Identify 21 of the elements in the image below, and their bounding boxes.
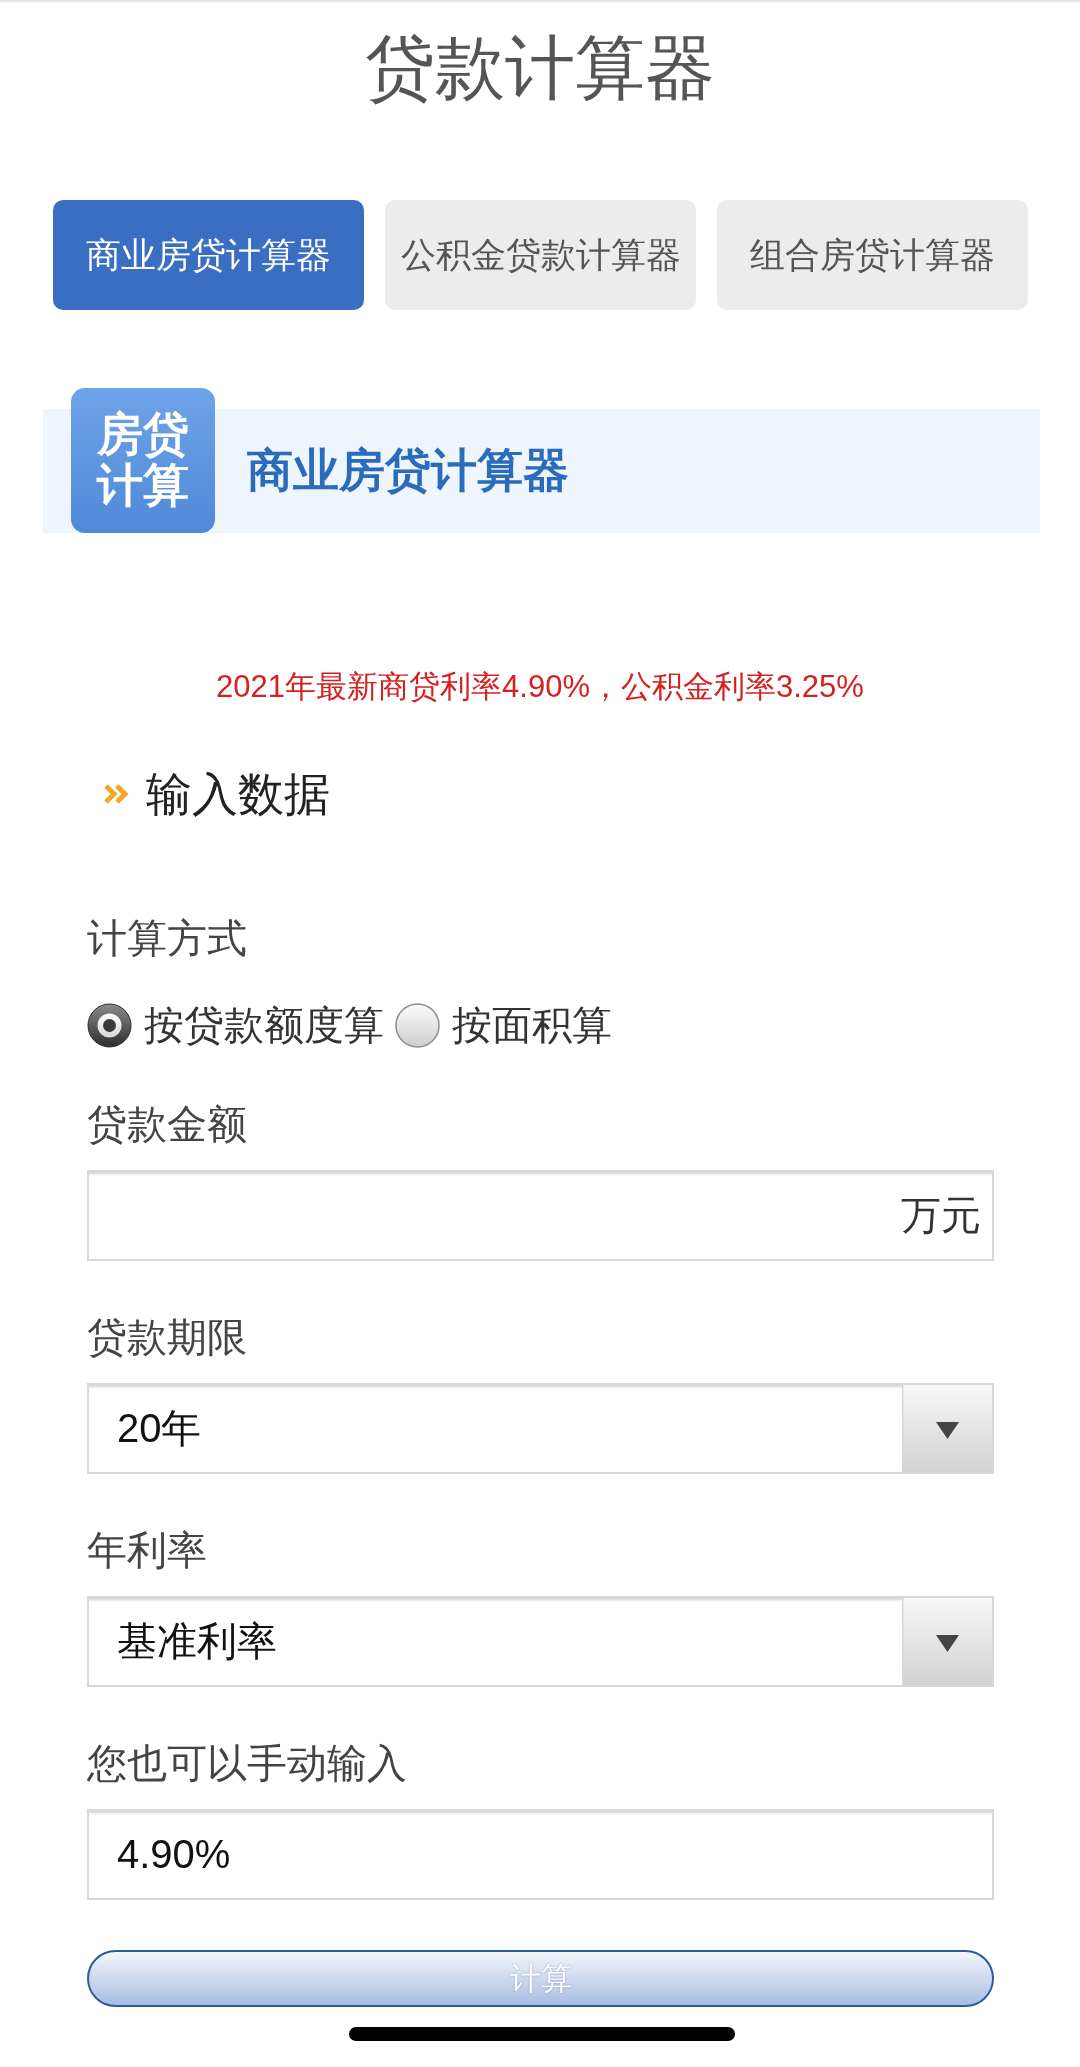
text-input[interactable]: 4.90%: [87, 1809, 994, 1900]
unit-label: 万元: [901, 1192, 981, 1239]
dropdown-select[interactable]: 20年: [87, 1383, 994, 1474]
section-badge: 房贷计算: [71, 388, 215, 533]
text-input[interactable]: 万元: [87, 1170, 994, 1261]
dropdown-select[interactable]: 基准利率: [87, 1596, 994, 1687]
radio-option[interactable]: 按贷款额度算: [87, 1002, 384, 1048]
field-label: 年利率: [87, 1527, 208, 1573]
field-label: 贷款期限: [87, 1314, 248, 1360]
section-heading: 输入数据: [146, 767, 330, 821]
double-chevron-icon: [103, 783, 129, 805]
page-title: 贷款计算器: [364, 28, 716, 108]
field-label: 贷款金额: [87, 1101, 248, 1147]
tab[interactable]: 组合房贷计算器: [717, 200, 1028, 310]
field-label: 您也可以手动输入: [87, 1740, 408, 1786]
tab[interactable]: 商业房贷计算器: [53, 200, 364, 310]
tab[interactable]: 公积金贷款计算器: [385, 200, 696, 310]
section-title: 商业房贷计算器: [247, 443, 569, 498]
rate-notice: 2021年最新商贷利率4.90%，公积金利率3.25%: [215, 669, 865, 705]
field-label: 计算方式: [87, 915, 248, 961]
radio-option[interactable]: 按面积算: [395, 1002, 612, 1048]
